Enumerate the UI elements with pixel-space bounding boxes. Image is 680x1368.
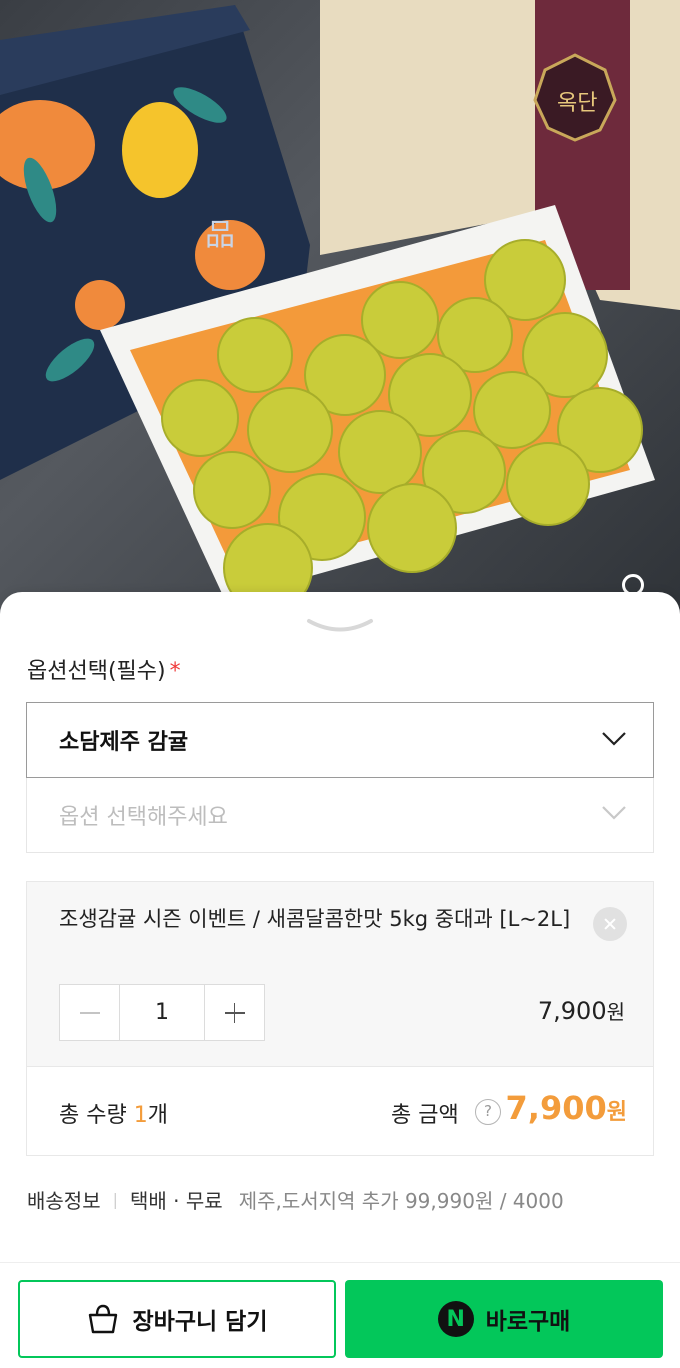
item-price: 7,900원 bbox=[538, 996, 625, 1025]
total-summary: 총 수량 1개 총 금액 ? 7,900원 bbox=[26, 1066, 654, 1156]
option-select-secondary[interactable]: 옵션 선택해주세요 bbox=[26, 778, 654, 853]
shipping-method: 택배 · 무료 bbox=[130, 1189, 223, 1213]
item-price-value: 7,900 bbox=[537, 997, 607, 1025]
selected-item-card: 조생감귤 시즌 이벤트 / 새콤달콤한맛 5kg 중대과 [L~2L] 1 7,… bbox=[26, 881, 654, 1066]
quantity-decrease-button[interactable] bbox=[60, 985, 119, 1040]
shipping-info: 배송정보 | 택배 · 무료 제주,도서지역 추가 99,990원 / 4000 bbox=[27, 1185, 564, 1214]
buy-now-button[interactable]: N 바로구매 bbox=[345, 1280, 663, 1358]
shipping-separator: | bbox=[112, 1190, 118, 1209]
sheet-collapse-chevron-icon[interactable] bbox=[305, 616, 375, 636]
product-image[interactable]: 品 옥단 bbox=[0, 0, 680, 620]
quantity-value[interactable]: 1 bbox=[119, 985, 205, 1040]
shipping-extra-fee: 제주,도서지역 추가 99,990원 / 4000 bbox=[238, 1189, 564, 1213]
option-select-secondary-placeholder: 옵션 선택해주세요 bbox=[59, 805, 228, 830]
product-photo-illustration: 品 옥단 bbox=[0, 0, 680, 613]
gift-box-text: 品 bbox=[205, 218, 235, 253]
gift-bag-seal-text: 옥단 bbox=[557, 91, 597, 116]
option-section-label: 옵션선택(필수) * bbox=[27, 653, 181, 685]
help-icon[interactable]: ? bbox=[475, 1099, 501, 1125]
quantity-stepper: 1 bbox=[59, 984, 265, 1041]
naver-pay-icon: N bbox=[437, 1301, 474, 1337]
option-select-primary[interactable]: 소담제주 감귤 bbox=[26, 702, 654, 778]
total-quantity-unit: 개 bbox=[147, 1103, 168, 1128]
total-amount-value: 7,900 bbox=[505, 1089, 607, 1127]
option-select-primary-value: 소담제주 감귤 bbox=[59, 730, 189, 755]
total-amount-label: 총 금액 bbox=[391, 1103, 459, 1128]
add-to-cart-button[interactable]: 장바구니 담기 bbox=[18, 1280, 336, 1358]
selected-item-name: 조생감귤 시즌 이벤트 / 새콤달콤한맛 5kg 중대과 [L~2L] bbox=[59, 907, 571, 931]
add-to-cart-label: 장바구니 담기 bbox=[132, 1309, 268, 1335]
shipping-label: 배송정보 bbox=[27, 1189, 101, 1213]
item-price-currency: 원 bbox=[606, 1000, 625, 1024]
chevron-down-icon bbox=[602, 732, 626, 746]
total-quantity-label: 총 수량 bbox=[59, 1103, 127, 1128]
remove-item-close-icon[interactable] bbox=[593, 907, 627, 941]
required-mark: * bbox=[169, 659, 181, 684]
quantity-increase-button[interactable] bbox=[205, 985, 264, 1040]
total-quantity-value: 1 bbox=[133, 1103, 148, 1128]
shopping-bag-icon bbox=[88, 1304, 117, 1334]
total-amount-currency: 원 bbox=[606, 1100, 627, 1125]
total-amount: 7,900원 bbox=[506, 1089, 627, 1127]
option-label-text: 옵션선택(필수) bbox=[27, 659, 166, 684]
total-quantity: 총 수량 1개 bbox=[59, 1097, 168, 1129]
buy-now-label: 바로구매 bbox=[485, 1309, 571, 1335]
chevron-down-icon bbox=[602, 806, 626, 820]
